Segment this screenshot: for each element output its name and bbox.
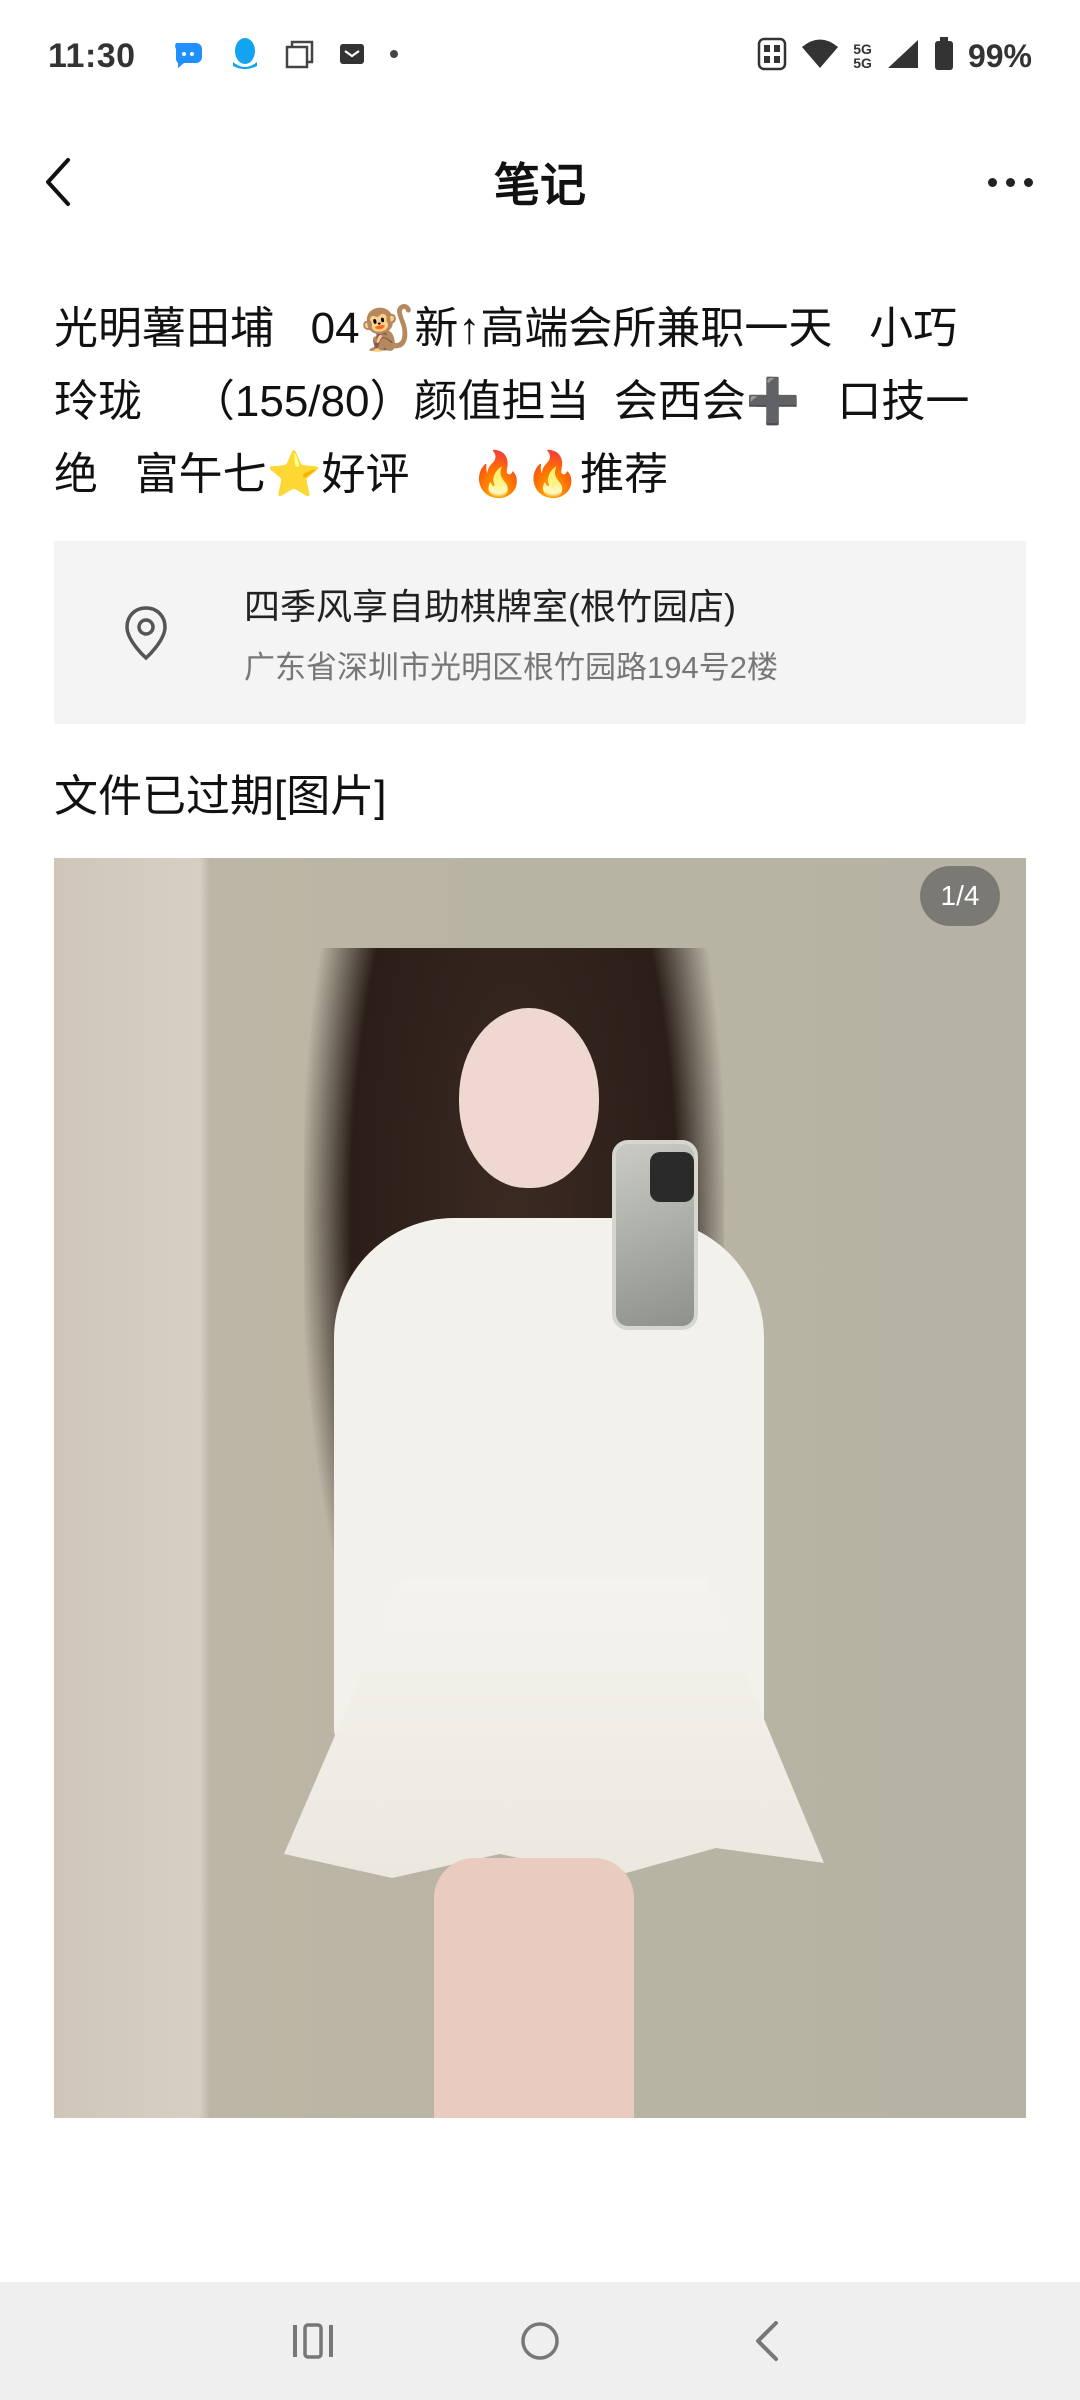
more-button[interactable] — [970, 152, 1050, 212]
photo-legs — [434, 1858, 634, 2118]
post-image[interactable]: 1/4 — [54, 858, 1026, 2118]
recent-apps-button[interactable] — [273, 2301, 353, 2381]
status-time: 11:30 — [48, 36, 136, 75]
location-pin-icon — [116, 598, 176, 668]
status-bar: 11:30 5G 5G 99% — [0, 0, 1080, 112]
location-name: 四季风享自助棋牌室(根竹园店) — [244, 586, 736, 627]
more-dot — [987, 177, 997, 187]
location-card[interactable]: 四季风享自助棋牌室(根竹园店) 广东省深圳市光明区根竹园路194号2楼 — [54, 541, 1026, 724]
qq-icon — [228, 36, 262, 77]
battery-percent: 99% — [967, 37, 1032, 74]
system-status: 5G 5G 99% — [757, 36, 1032, 76]
header-bar: 笔记 — [0, 112, 1080, 252]
home-icon — [521, 2322, 559, 2360]
photo-phone-camera — [650, 1152, 694, 1202]
system-back-button[interactable] — [727, 2301, 807, 2381]
post-title: 光明薯田埔 04🐒新↑高端会所兼职一天 小巧 玲珑 （155/80）颜值担当 会… — [54, 304, 970, 499]
back-button[interactable] — [30, 152, 90, 212]
photo-face — [459, 1008, 599, 1188]
location-text: 四季风享自助棋牌室(根竹园店) 广东省深圳市光明区根竹园路194号2楼 — [244, 578, 778, 687]
home-button[interactable] — [500, 2301, 580, 2381]
nfc-icon — [757, 37, 787, 76]
image-page-indicator: 1/4 — [920, 866, 1000, 926]
recent-apps-icon — [293, 2323, 334, 2359]
more-dot — [1005, 177, 1015, 187]
message-icon — [172, 37, 206, 76]
system-navigation-bar — [0, 2282, 1080, 2400]
location-address: 广东省深圳市光明区根竹园路194号2楼 — [244, 650, 778, 685]
mail-icon — [338, 40, 366, 73]
post-content-text: 文件已过期[图片] — [54, 772, 387, 821]
network-label-top: 5G — [853, 41, 872, 57]
back-icon — [755, 2321, 778, 2361]
signal-icon — [886, 38, 920, 75]
network-label-bottom: 5G — [853, 55, 872, 71]
photo-phone — [612, 1140, 698, 1330]
chevron-left-icon — [46, 158, 70, 206]
page-title: 笔记 — [494, 159, 586, 211]
notification-icons — [172, 36, 400, 77]
battery-icon — [934, 36, 954, 76]
more-dot — [1023, 177, 1033, 187]
copy-icon — [284, 38, 316, 75]
dot-icon — [388, 47, 400, 65]
network-type: 5G 5G — [853, 42, 872, 70]
wifi-icon — [801, 38, 839, 75]
